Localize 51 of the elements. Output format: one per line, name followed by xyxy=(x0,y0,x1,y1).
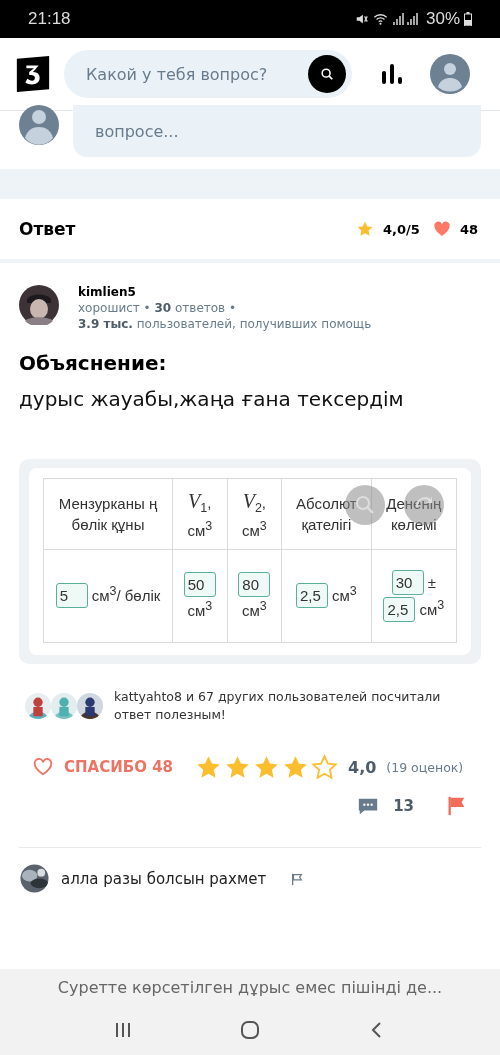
unit-label: см$^{3}$/ бөлік xyxy=(91,587,161,604)
logo-icon[interactable] xyxy=(14,55,52,93)
wifi-icon xyxy=(372,12,388,26)
answer-box[interactable]: 2,5 xyxy=(296,583,328,608)
user-avatar-icon xyxy=(19,105,59,145)
search-bar[interactable]: Какой у тебя вопрос? xyxy=(64,50,352,98)
answer-box[interactable]: 50 xyxy=(183,571,216,597)
comment-text: алла разы болсын рахмет xyxy=(61,869,267,888)
comments-count: 13 xyxy=(393,796,414,815)
status-time: 21:18 xyxy=(28,9,71,29)
explanation-heading: Объяснение: xyxy=(18,350,168,375)
section-title: Ответ xyxy=(19,219,76,239)
answer-box[interactable]: 5 xyxy=(55,583,88,608)
search-field[interactable]: Какой у тебя вопрос? xyxy=(84,63,308,85)
author-rank: хорошист • 30 ответов • xyxy=(78,301,238,315)
column-header: Мензурканы ң бөлік құны xyxy=(43,478,173,549)
answer-text: дурыс жауабы,жаңа ғана тексердім xyxy=(18,386,405,411)
home-icon[interactable] xyxy=(238,1018,262,1042)
column-header: Абсолют қателігі xyxy=(281,478,372,549)
user-avatar-icon xyxy=(19,285,59,325)
likes-count: 48 xyxy=(459,221,478,237)
unit-label: см$^{3}$ xyxy=(332,587,357,604)
author-stats: 3.9 тыс. пользователей, получивших помощь xyxy=(78,317,372,331)
rating-value: 4,0/5 xyxy=(383,221,420,237)
flag-icon[interactable] xyxy=(290,871,305,886)
search-icon xyxy=(320,67,334,81)
signal-icon xyxy=(391,12,420,26)
unit-label: см$^{3}$ xyxy=(242,601,267,619)
answer-box[interactable]: 2,5 xyxy=(383,596,416,622)
comment-field[interactable]: вопросе... xyxy=(73,105,481,157)
star-icon xyxy=(356,220,375,238)
search-button[interactable] xyxy=(308,55,346,93)
bar-chart-icon[interactable] xyxy=(380,62,404,86)
battery-icon xyxy=(464,12,472,26)
star-rating[interactable] xyxy=(195,753,338,781)
helpful-text: kattyahto8 и 67 других пользователей посчитали ответ полезным! xyxy=(114,687,442,724)
author-name[interactable]: kimlien5 xyxy=(78,285,372,299)
column-header: V$_{1}$, см$^{3}$ xyxy=(172,478,228,549)
rating-value: 4,0 xyxy=(348,757,377,777)
battery-level: 30% xyxy=(425,9,460,29)
votes-count: (19 оценок) xyxy=(386,759,464,775)
empty-star-icon[interactable] xyxy=(311,753,338,781)
mute-icon xyxy=(354,12,369,26)
unit-label: см$^{3}$ xyxy=(419,600,445,618)
answer-box[interactable]: 80 xyxy=(238,571,271,597)
column-header: V$_{2}$, см$^{3}$ xyxy=(227,478,282,549)
answer-box[interactable]: 30 xyxy=(391,569,424,595)
unit-label: см$^{3}$ xyxy=(187,601,213,619)
heart-icon xyxy=(432,220,451,238)
unit-label: ± xyxy=(427,573,436,591)
avatar-icon[interactable] xyxy=(430,54,470,94)
